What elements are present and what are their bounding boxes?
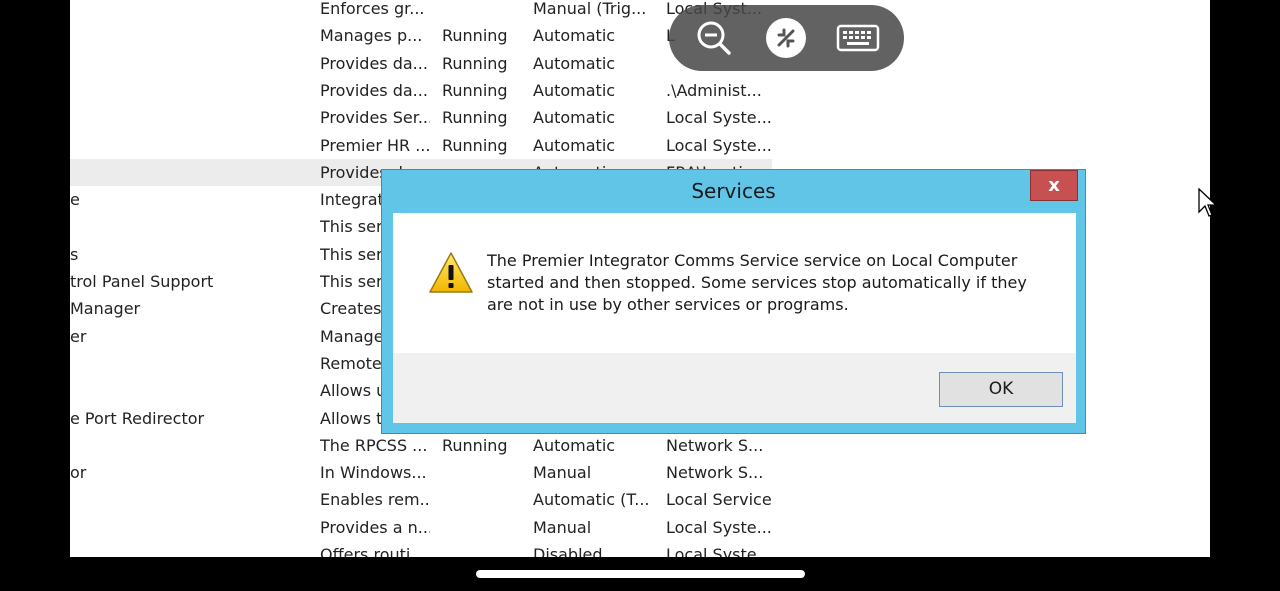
table-row[interactable]: Offers routi... Disabled Local Syste... bbox=[70, 541, 772, 557]
service-description: Enforces gr... bbox=[320, 0, 425, 18]
keyboard-icon[interactable] bbox=[836, 18, 880, 58]
home-indicator[interactable] bbox=[476, 570, 805, 578]
service-status: Running bbox=[442, 108, 508, 128]
service-name: trol Panel Support bbox=[70, 272, 214, 291]
service-description: Provides a n... bbox=[320, 517, 430, 537]
service-name: e bbox=[70, 190, 80, 210]
service-startup-type: Disabled bbox=[533, 545, 603, 557]
service-description: In Windows... bbox=[320, 463, 427, 483]
service-name: Manager bbox=[70, 299, 141, 319]
table-row[interactable]: Provides a n... Manual Local Syste... bbox=[70, 514, 772, 541]
service-startup-type: Manual bbox=[533, 463, 592, 483]
table-row[interactable]: Provides da... Running Automatic bbox=[70, 50, 772, 77]
service-startup-type: Automatic bbox=[533, 108, 616, 128]
close-button[interactable]: x bbox=[1030, 170, 1078, 201]
table-row[interactable]: or In Windows... Manual Network S... bbox=[70, 459, 772, 486]
service-status: Running bbox=[442, 135, 508, 155]
service-startup-type: Automatic (T... bbox=[533, 490, 650, 510]
service-startup-type: Automatic bbox=[533, 435, 616, 455]
table-row[interactable]: Enables rem... Automatic (T... Local Servi… bbox=[70, 486, 772, 513]
dialog-footer: OK bbox=[393, 353, 1076, 423]
service-description: Provides da... bbox=[320, 53, 428, 73]
service-description: Offers routi... bbox=[320, 545, 426, 557]
remote-desktop-icon[interactable] bbox=[766, 18, 806, 58]
service-status: Running bbox=[442, 53, 508, 73]
service-log-on-as: .\Administ... bbox=[666, 80, 762, 100]
service-startup-type: Manual (Trig... bbox=[533, 0, 647, 18]
service-description: Enables rem... bbox=[320, 490, 430, 510]
warning-icon bbox=[428, 251, 474, 295]
service-status: Running bbox=[442, 80, 508, 100]
service-description: Premier HR ... bbox=[320, 135, 430, 155]
service-startup-type: Manual bbox=[533, 517, 592, 537]
service-description: The RPCSS ... bbox=[320, 435, 428, 455]
service-startup-type: Automatic bbox=[533, 53, 616, 73]
service-log-on-as: Local Syste... bbox=[666, 517, 772, 537]
service-log-on-as: Local Syste... bbox=[666, 135, 772, 155]
service-log-on-as: Local Service bbox=[666, 490, 772, 510]
service-status: Running bbox=[442, 26, 508, 46]
ok-button[interactable]: OK bbox=[939, 372, 1063, 407]
service-startup-type: Automatic bbox=[533, 80, 616, 100]
table-row[interactable]: Provides Ser... Running Automatic Local Sys… bbox=[70, 104, 772, 131]
service-log-on-as: Network S... bbox=[666, 435, 764, 455]
service-log-on-as: Local Syste... bbox=[666, 108, 772, 128]
service-status: Running bbox=[442, 435, 508, 455]
table-row[interactable]: Provides da... Running Automatic .\Administ… bbox=[70, 77, 772, 104]
service-startup-type: Automatic bbox=[533, 135, 616, 155]
service-description: Provides da... bbox=[320, 80, 428, 100]
zoom-out-icon[interactable] bbox=[694, 18, 734, 58]
remote-toolbar bbox=[669, 5, 904, 71]
service-name: s bbox=[70, 244, 79, 264]
service-log-on-as: Local Syste... bbox=[666, 545, 772, 557]
table-row[interactable]: Enforces gr...Manual (Trig...Local Syst.… bbox=[70, 0, 772, 22]
dialog-message: The Premier Integrator Comms Service ser… bbox=[487, 251, 1027, 314]
table-row[interactable]: Premier HR ... Running Automatic Local Syst… bbox=[70, 132, 772, 159]
table-row[interactable]: Manages p...RunningAutomaticL bbox=[70, 22, 772, 49]
dialog-body: The Premier Integrator Comms Service ser… bbox=[393, 213, 1076, 353]
services-dialog: Services x The Premier Integrator Comms … bbox=[381, 169, 1086, 434]
mouse-cursor-icon bbox=[1198, 187, 1218, 220]
service-log-on-as: Network S... bbox=[666, 463, 764, 483]
service-name: or bbox=[70, 463, 87, 483]
service-name: er bbox=[70, 326, 87, 346]
service-name: e Port Redirector bbox=[70, 408, 205, 428]
table-row[interactable]: The RPCSS ... Running Automatic Network S..… bbox=[70, 432, 772, 459]
service-startup-type: Automatic bbox=[533, 26, 616, 46]
service-description: Manages p... bbox=[320, 26, 423, 46]
dialog-title: Services bbox=[691, 179, 776, 203]
service-description: Provides Ser... bbox=[320, 108, 430, 128]
